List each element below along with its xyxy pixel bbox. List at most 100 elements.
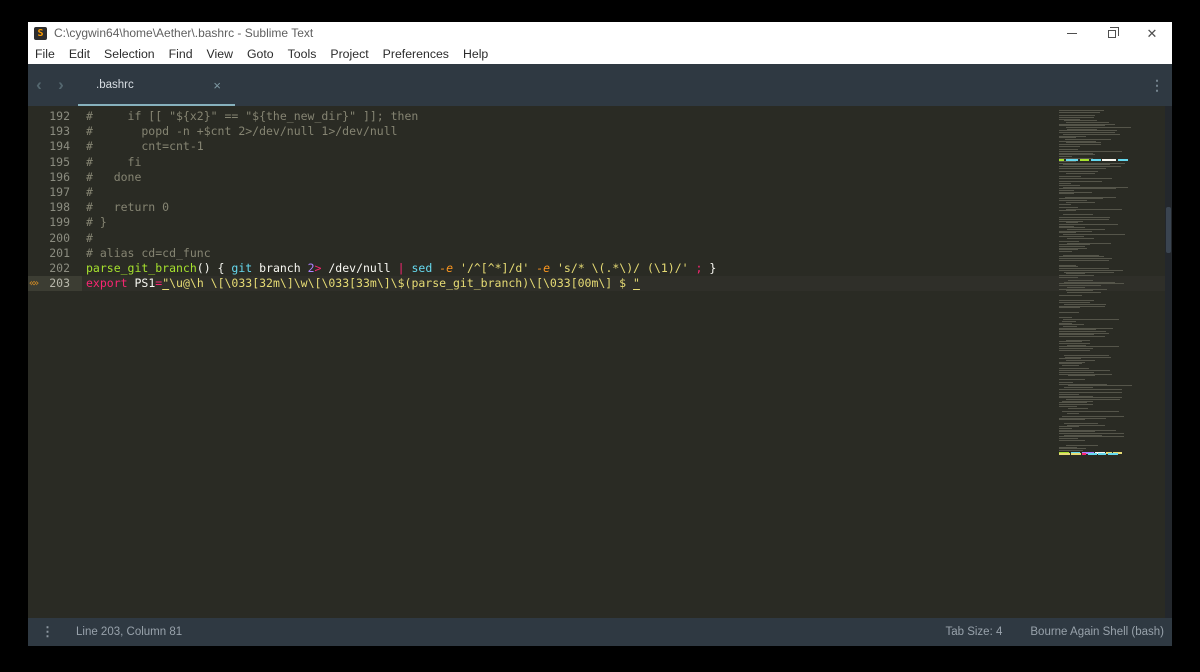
menu-bar: File Edit Selection Find View Goto Tools Projec… xyxy=(28,44,1172,64)
window-controls: ✕ xyxy=(1052,22,1172,44)
tab-label: .bashrc xyxy=(96,79,134,91)
minimap-line xyxy=(1059,178,1112,179)
minimap-line xyxy=(1059,378,1085,380)
code-text: # if [[ "${x2}" == "${the_new_dir}" ]]; … xyxy=(82,109,418,124)
line-number[interactable]: 196 xyxy=(28,170,82,185)
menu-item-help[interactable]: Help xyxy=(456,47,495,61)
minimap[interactable] xyxy=(1059,110,1132,460)
minimap-line xyxy=(1059,276,1078,278)
minimap-code-segment xyxy=(1071,453,1081,456)
minimap-line xyxy=(1062,213,1094,215)
minimap-line xyxy=(1067,291,1101,293)
token: # fi xyxy=(86,154,142,169)
status-menu-icon[interactable]: ⋮ xyxy=(41,624,54,640)
tab-history-back-icon[interactable]: ‹ xyxy=(28,64,50,106)
token: PS1 xyxy=(127,276,156,291)
code-line[interactable]: 193 # popd -n +$cnt 2>/dev/null 1>/dev/nu… xyxy=(28,124,1172,139)
scrollbar-thumb[interactable] xyxy=(1166,207,1171,253)
line-number[interactable]: 193 xyxy=(28,124,82,139)
minimap-line xyxy=(1059,167,1107,169)
code-line[interactable]: 201 # alias cd=cd_func xyxy=(28,246,1172,261)
scrollbar-track[interactable] xyxy=(1165,106,1172,618)
code-text: export PS1="\u@\h \[\033[32m\]\w\[\033[3… xyxy=(82,276,640,291)
code-line[interactable]: 198 # return 0 xyxy=(28,200,1172,215)
token: export xyxy=(86,276,128,291)
menu-item-view[interactable]: View xyxy=(200,47,240,61)
code-text: # return 0 xyxy=(82,200,169,215)
token: 2 xyxy=(307,260,315,275)
code-line[interactable]: 195 # fi xyxy=(28,155,1172,170)
token: -e xyxy=(536,260,551,275)
line-number[interactable]: 197 xyxy=(28,185,82,200)
line-number[interactable]: 201 xyxy=(28,246,82,261)
sublime-logo-icon: S xyxy=(34,26,47,40)
desktop: S C:\cygwin64\home\Aether\.bashrc - Subl… xyxy=(0,0,1200,672)
menu-item-file[interactable]: File xyxy=(28,47,62,61)
title-bar[interactable]: S C:\cygwin64\home\Aether\.bashrc - Subl… xyxy=(28,22,1172,44)
line-number[interactable]: 195 xyxy=(28,155,82,170)
token: branch xyxy=(252,260,308,275)
token: | xyxy=(397,260,405,275)
code-text: # cnt=cnt-1 xyxy=(82,139,204,154)
code-line[interactable]: 199 # } xyxy=(28,215,1172,230)
code-text: # } xyxy=(82,215,107,230)
menu-item-tools[interactable]: Tools xyxy=(281,47,324,61)
minimap-line xyxy=(1059,251,1073,253)
line-number[interactable]: 199 xyxy=(28,215,82,230)
line-number[interactable]: 202 xyxy=(28,261,82,276)
minimap-code-segment xyxy=(1079,159,1090,162)
code-line[interactable]: 197 # xyxy=(28,185,1172,200)
code-text: # done xyxy=(82,170,141,185)
menu-item-edit[interactable]: Edit xyxy=(62,47,97,61)
token: /dev/null xyxy=(321,260,398,275)
token: git xyxy=(231,260,253,275)
minimap-code-segment xyxy=(1090,159,1101,162)
tab-history-forward-icon[interactable]: › xyxy=(50,64,72,106)
syntax-indicator[interactable]: Bourne Again Shell (bash) xyxy=(1030,626,1164,638)
line-number[interactable]: 192 xyxy=(28,109,82,124)
minimap-line xyxy=(1059,349,1090,351)
code-text: parse_git_branch() { git branch 2> /dev/… xyxy=(82,261,716,276)
code-line[interactable]: 203 «» export PS1="\u@\h \[\033[32m\]\w\[\… xyxy=(28,276,1172,292)
minimap-line xyxy=(1059,145,1080,147)
tab-close-icon[interactable]: × xyxy=(213,78,221,93)
menu-item-find[interactable]: Find xyxy=(162,47,200,61)
tab-overflow-icon[interactable]: ⋮ xyxy=(1150,77,1164,94)
code-line[interactable]: 202 parse_git_branch() { git branch 2> /d… xyxy=(28,261,1172,276)
token: # xyxy=(86,230,93,245)
minimap-line xyxy=(1066,412,1079,414)
minimize-button[interactable] xyxy=(1052,22,1092,44)
minimap-line xyxy=(1059,439,1085,441)
minimap-line xyxy=(1067,407,1089,409)
editor[interactable]: 192 # if [[ "${x2}" == "${the_new_dir}" ]… xyxy=(28,106,1172,618)
line-number[interactable]: 200 xyxy=(28,231,82,246)
minimap-line xyxy=(1062,365,1079,366)
line-number[interactable]: 198 xyxy=(28,200,82,215)
minimap-line xyxy=(1059,312,1080,314)
line-number[interactable]: 203 «» xyxy=(28,276,82,292)
sublime-window: S C:\cygwin64\home\Aether\.bashrc - Subl… xyxy=(28,22,1172,646)
code-text: # xyxy=(82,185,93,200)
menu-item-project[interactable]: Project xyxy=(323,47,375,61)
tab-bashrc[interactable]: .bashrc × xyxy=(78,64,235,106)
token: " xyxy=(633,276,640,291)
token: '/^[^*]/d' xyxy=(460,260,530,275)
minimap-line xyxy=(1059,295,1082,297)
restore-button[interactable] xyxy=(1092,22,1132,44)
code-text: # xyxy=(82,231,93,246)
code-line[interactable]: 196 # done xyxy=(28,170,1172,185)
code-line[interactable]: 200 # xyxy=(28,231,1172,246)
menu-item-goto[interactable]: Goto xyxy=(240,47,281,61)
minimap-code-segment xyxy=(1087,453,1097,456)
minimap-code-segment xyxy=(1059,453,1070,456)
token: parse_git_branch xyxy=(86,260,197,275)
line-number[interactable]: 194 xyxy=(28,139,82,154)
token: # alias cd=cd_func xyxy=(86,245,211,260)
close-button[interactable]: ✕ xyxy=(1132,22,1172,44)
tab-size-indicator[interactable]: Tab Size: 4 xyxy=(945,626,1002,638)
code-line[interactable]: 192 # if [[ "${x2}" == "${the_new_dir}" ]… xyxy=(28,109,1172,124)
code-line[interactable]: 194 # cnt=cnt-1 xyxy=(28,139,1172,154)
menu-item-preferences[interactable]: Preferences xyxy=(376,47,456,61)
menu-item-selection[interactable]: Selection xyxy=(97,47,162,61)
